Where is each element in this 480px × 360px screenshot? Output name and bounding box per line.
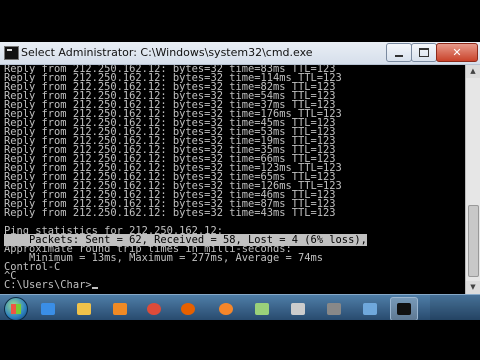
- console-lines: Reply from 212.250.162.12: bytes=32 time…: [0, 65, 466, 290]
- maximize-icon: [419, 48, 429, 57]
- console-line: Control-C: [4, 262, 466, 272]
- taskbar-button[interactable]: [106, 297, 134, 321]
- video-letterbox: [0, 320, 480, 360]
- taskbar-button[interactable]: [390, 297, 418, 321]
- close-icon: ✕: [452, 46, 462, 59]
- text-cursor: [91, 287, 98, 289]
- windows-logo-icon: [11, 304, 21, 314]
- taskbar-button[interactable]: [248, 297, 276, 321]
- tool-icon: [327, 303, 341, 315]
- firefox-alt-icon: [219, 303, 233, 315]
- command-prompt: C:\Users\Char>: [4, 279, 466, 291]
- vertical-scrollbar[interactable]: ▲ ▼: [465, 65, 480, 294]
- firefox-icon: [181, 303, 195, 315]
- maximize-button[interactable]: [411, 43, 437, 62]
- taskbar-button[interactable]: [34, 297, 62, 321]
- console-output[interactable]: Reply from 212.250.162.12: bytes=32 time…: [0, 65, 466, 294]
- scroll-up-icon[interactable]: ▲: [466, 65, 480, 78]
- minimize-button[interactable]: [386, 43, 412, 62]
- taskbar: [0, 294, 480, 321]
- chrome-icon: [147, 303, 161, 315]
- title-bar[interactable]: Select Administrator: C:\Windows\system3…: [0, 42, 480, 65]
- cmd-window[interactable]: Select Administrator: C:\Windows\system3…: [0, 42, 480, 294]
- close-button[interactable]: ✕: [436, 43, 478, 62]
- app-icon: [291, 303, 305, 315]
- taskbar-button[interactable]: [356, 297, 384, 321]
- cmd-icon: [397, 303, 411, 315]
- notes-icon: [255, 303, 269, 315]
- start-button[interactable]: [4, 297, 28, 321]
- cmd-icon[interactable]: [4, 46, 19, 60]
- window-title: Select Administrator: C:\Windows\system3…: [21, 46, 313, 59]
- media-player-icon: [113, 303, 127, 315]
- taskbar-button[interactable]: [320, 297, 348, 321]
- taskbar-button[interactable]: [174, 297, 202, 321]
- scroll-down-icon[interactable]: ▼: [466, 281, 480, 294]
- system-tray[interactable]: [430, 295, 480, 321]
- taskbar-button[interactable]: [140, 297, 168, 321]
- gadget-icon: [363, 303, 377, 315]
- console-line-text: C:\Users\Char>: [4, 279, 92, 291]
- folder-icon: [77, 303, 91, 315]
- console-line: Reply from 212.250.162.12: bytes=32 time…: [4, 207, 466, 219]
- ie-icon: [41, 303, 55, 315]
- scroll-thumb[interactable]: [468, 205, 479, 277]
- taskbar-button[interactable]: [212, 297, 240, 321]
- taskbar-button[interactable]: [70, 297, 98, 321]
- minimize-icon: [395, 54, 403, 57]
- taskbar-button[interactable]: [284, 297, 312, 321]
- console-line: Minimum = 13ms, Maximum = 277ms, Average…: [4, 253, 466, 263]
- window-controls: ✕: [386, 43, 478, 62]
- console-line-text: Reply from 212.250.162.12: bytes=32 time…: [4, 207, 336, 219]
